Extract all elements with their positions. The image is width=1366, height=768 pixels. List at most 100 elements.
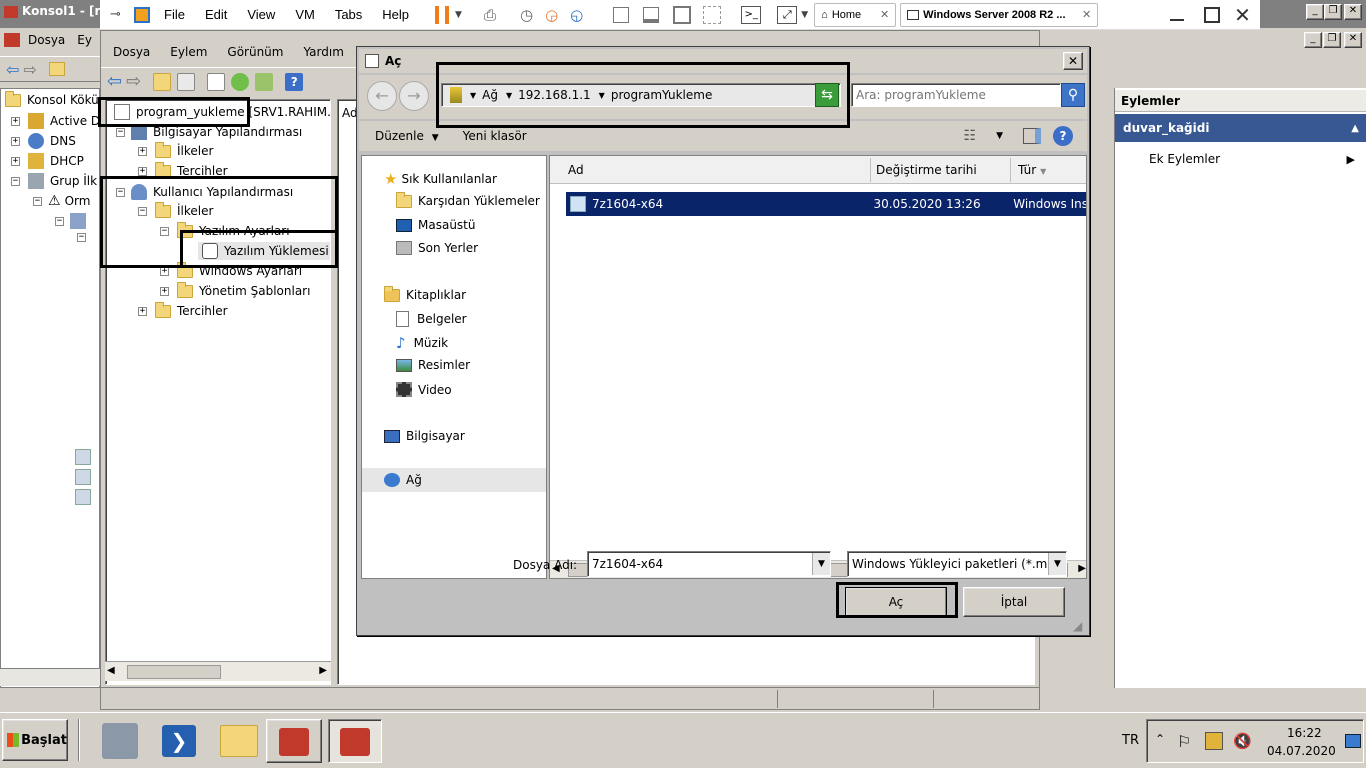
chevron-down-icon[interactable]: ▼ bbox=[996, 131, 1003, 141]
view-options-icon[interactable]: ☷ bbox=[964, 128, 977, 144]
column-type[interactable]: Tür ▼ bbox=[1018, 163, 1046, 177]
gpme-menu-dosya[interactable]: Dosya bbox=[113, 45, 150, 59]
tray-expand-icon[interactable]: ⌃ bbox=[1155, 732, 1165, 746]
file-row[interactable]: 7z1604-x64 30.05.2020 13:26 Windows Ins bbox=[566, 192, 1086, 216]
bg-menu-eylem[interactable]: Ey bbox=[77, 33, 92, 47]
help-icon[interactable]: ? bbox=[285, 72, 304, 91]
restore-button[interactable]: ❐ bbox=[1324, 4, 1342, 20]
up-folder-icon[interactable] bbox=[153, 72, 172, 91]
flag-icon[interactable]: ⚐ bbox=[1177, 732, 1191, 751]
nav-libraries[interactable]: Kitaplıklar bbox=[384, 285, 466, 302]
nav-music[interactable]: ♪ Müzik bbox=[396, 334, 448, 352]
pause-icon[interactable] bbox=[435, 5, 450, 24]
preview-pane-icon[interactable] bbox=[1023, 128, 1041, 144]
tree-node-software-settings[interactable]: − Yazılım Ayarları bbox=[160, 221, 290, 238]
properties-icon[interactable] bbox=[207, 72, 226, 91]
fit-guest-icon[interactable] bbox=[673, 5, 692, 24]
tree-node-dns[interactable]: + DNS bbox=[11, 133, 76, 149]
collapse-icon[interactable]: ▲ bbox=[1351, 123, 1359, 134]
nav-pictures[interactable]: Resimler bbox=[396, 358, 470, 372]
taskbar-mmc-1[interactable] bbox=[266, 719, 322, 763]
actions-item-more[interactable]: Ek Eylemler ▶ bbox=[1149, 150, 1355, 168]
network-tray-icon[interactable] bbox=[1205, 732, 1223, 750]
nav-recent[interactable]: Son Yerler bbox=[396, 241, 478, 255]
back-button[interactable]: ← bbox=[367, 81, 397, 111]
tab-windows-server[interactable]: Windows Server 2008 R2 ... ✕ bbox=[900, 2, 1099, 27]
nav-computer[interactable]: Bilgisayar bbox=[384, 429, 465, 443]
back-icon[interactable]: ⇦ bbox=[6, 60, 19, 79]
tree-node-gpo-root[interactable]: program_yukleme [SRV1.RAHIM.CO bbox=[114, 104, 330, 120]
actions-scrollbar[interactable] bbox=[1090, 88, 1106, 688]
tree-node-dhcp[interactable]: + DHCP bbox=[11, 153, 84, 169]
breadcrumb-host[interactable]: 192.168.1.1 bbox=[518, 88, 591, 102]
filetype-select[interactable]: Windows Yükleyici paketleri (*.m ▼ bbox=[847, 551, 1067, 577]
language-indicator[interactable]: TR bbox=[1122, 733, 1139, 748]
volume-muted-icon[interactable]: 🔇 bbox=[1233, 732, 1252, 750]
column-name[interactable]: Ad bbox=[568, 163, 584, 177]
gpme-menu-eylem[interactable]: Eylem bbox=[170, 45, 207, 59]
bg-menu-dosya[interactable]: Dosya bbox=[28, 33, 65, 47]
breadcrumb-network[interactable]: Ağ bbox=[482, 88, 498, 102]
chevron-down-icon[interactable]: ▼ bbox=[801, 10, 808, 20]
nav-desktop[interactable]: Masaüstü bbox=[396, 218, 475, 232]
forward-button[interactable]: → bbox=[399, 81, 429, 111]
powershell-icon[interactable]: ❯ bbox=[162, 725, 196, 757]
tree-node-group-policy[interactable]: − Grup İlk bbox=[11, 173, 97, 189]
tree-node-admin-templates[interactable]: + Yönetim Şablonları bbox=[160, 281, 310, 298]
snapshot-icon[interactable]: ◷ bbox=[520, 6, 533, 24]
tree-node-console-root[interactable]: Konsol Kökü bbox=[5, 90, 99, 107]
minimize-icon[interactable] bbox=[1170, 9, 1185, 21]
terminal-icon[interactable]: >_ bbox=[741, 5, 762, 24]
nav-favorites[interactable]: ★ Sık Kullanılanlar bbox=[384, 170, 497, 188]
tree-node-user-config[interactable]: − Kullanıcı Yapılandırması bbox=[116, 184, 293, 200]
resize-grip-icon[interactable]: ◢ bbox=[1073, 619, 1082, 633]
organize-button[interactable]: Düzenle ▼ bbox=[375, 129, 439, 143]
tree-node-software-installation[interactable]: Yazılım Yüklemesi bbox=[198, 242, 330, 260]
nav-network[interactable]: Ağ bbox=[362, 468, 546, 492]
tree-node-windows-settings[interactable]: + Windows Ayarları bbox=[160, 261, 302, 278]
back-icon[interactable]: ⇦ bbox=[107, 71, 122, 92]
chevron-down-icon[interactable]: ▼ bbox=[455, 10, 462, 20]
vm-fullscreen-icon[interactable] bbox=[134, 6, 150, 23]
column-date[interactable]: Değiştirme tarihi bbox=[876, 163, 977, 177]
server-manager-icon[interactable] bbox=[102, 723, 138, 759]
address-bar[interactable]: ▼ Ağ ▼ 192.168.1.1 ▼ programYukleme ▼ bbox=[441, 83, 841, 107]
tab-home[interactable]: ⌂ Home ✕ bbox=[814, 2, 897, 27]
minimize-button[interactable]: _ bbox=[1306, 4, 1324, 20]
chevron-down-icon[interactable]: ▼ bbox=[812, 553, 830, 575]
tree-node-user-preferences[interactable]: + Tercihler bbox=[138, 301, 228, 318]
restore-button[interactable]: ❐ bbox=[1323, 32, 1341, 48]
show-hide-tree-icon[interactable] bbox=[177, 72, 196, 91]
taskbar-mmc-2[interactable] bbox=[328, 719, 382, 763]
send-ctrl-alt-del-icon[interactable]: ⎙ bbox=[484, 6, 496, 24]
forward-icon[interactable]: ⇨ bbox=[126, 71, 141, 92]
refresh-icon[interactable]: ⇆ bbox=[815, 83, 839, 107]
stretch-icon[interactable]: ⤢ bbox=[777, 5, 798, 24]
gpme-tree-scrollbar[interactable]: ◀ ▶ bbox=[105, 661, 331, 681]
chevron-down-icon[interactable]: ▼ bbox=[1048, 553, 1066, 575]
vm-menu-tabs[interactable]: Tabs bbox=[335, 7, 362, 22]
revert-snapshot-icon[interactable]: ◶ bbox=[545, 6, 558, 24]
nav-downloads[interactable]: Karşıdan Yüklemeler bbox=[396, 191, 540, 208]
vm-menu-vm[interactable]: VM bbox=[295, 7, 315, 22]
breadcrumb-folder[interactable]: programYukleme bbox=[611, 88, 713, 102]
up-folder-icon[interactable] bbox=[48, 62, 65, 76]
show-desktop-icon[interactable] bbox=[1345, 734, 1361, 748]
forward-icon[interactable]: ⇨ bbox=[23, 60, 36, 79]
search-input[interactable] bbox=[856, 88, 1046, 102]
close-button[interactable]: ✕ bbox=[1344, 4, 1362, 20]
nav-documents[interactable]: Belgeler bbox=[396, 311, 467, 327]
nav-video[interactable]: Video bbox=[396, 382, 452, 397]
gpme-menu-gorunum[interactable]: Görünüm bbox=[227, 45, 283, 59]
search-box[interactable] bbox=[851, 83, 1061, 107]
tree-node-computer-config[interactable]: − Bilgisayar Yapılandırması bbox=[116, 124, 302, 140]
explorer-icon[interactable] bbox=[220, 725, 258, 757]
search-icon[interactable]: ⚲ bbox=[1061, 83, 1085, 107]
vm-menu-edit[interactable]: Edit bbox=[205, 7, 227, 22]
tree-node-sub[interactable]: − bbox=[77, 233, 86, 242]
tree-node-policies[interactable]: + İlkeler bbox=[138, 141, 213, 158]
tree-node-user-policies[interactable]: − İlkeler bbox=[138, 201, 213, 218]
close-icon[interactable]: ✕ bbox=[1082, 8, 1091, 21]
dialog-close-button[interactable]: ✕ bbox=[1063, 52, 1083, 70]
close-icon[interactable]: ✕ bbox=[880, 8, 889, 21]
